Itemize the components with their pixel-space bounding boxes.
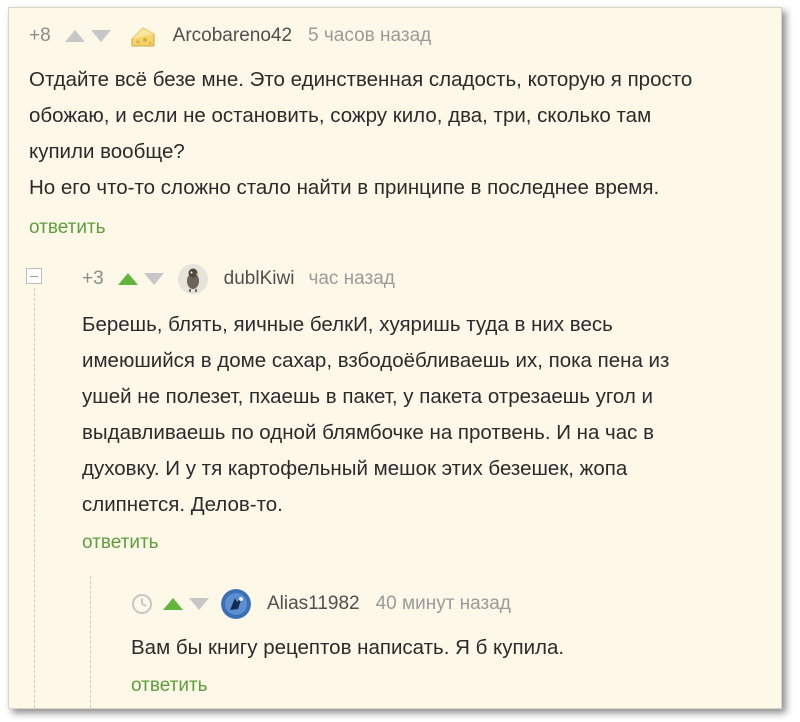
comment-line: обожаю, и если не остановить, сожру кило… (29, 104, 652, 127)
comment-line: слипнется. Делов-то. (82, 493, 283, 516)
comment-header: +8 Arcobareno42 5 часов назад (29, 22, 431, 50)
bird-avatar-icon[interactable] (177, 264, 208, 294)
collapse-thread-button[interactable] (26, 268, 42, 284)
comment-rating: +8 (29, 25, 51, 46)
comment-author[interactable]: Alias11982 (267, 593, 360, 615)
reply-link[interactable]: ответить (29, 217, 106, 239)
comment-line: ушей не полезет, пхаешь в пакет, у пакет… (82, 385, 653, 408)
comment-line: имеюшийся в доме сахар, взбодоёбливаешь … (82, 349, 670, 372)
upvote-icon[interactable] (163, 598, 183, 610)
comment-line: духовку. И у тя картофельный мешок этих … (82, 457, 628, 480)
comment-line: Но его что-то сложно стало найти в принц… (29, 176, 660, 199)
comments-panel: +8 Arcobareno42 5 часов назад Отдайте вс… (8, 7, 782, 709)
downvote-icon[interactable] (189, 598, 209, 610)
comment-author[interactable]: dublKiwi (224, 268, 295, 290)
comment-line: выдавливаешь по одной блямбочке на протв… (82, 421, 654, 444)
downvote-icon[interactable] (143, 273, 164, 285)
comment-text: Берешь, блять, яичные белкИ, хуяришь туд… (82, 307, 772, 523)
comment-header: +3 dublKiwi час назад (82, 264, 395, 294)
reply-link[interactable]: ответить (82, 532, 159, 554)
comment-header: Alias11982 40 минут назад (131, 589, 511, 619)
comment-time[interactable]: 5 часов назад (308, 25, 431, 47)
thread-line[interactable] (90, 576, 91, 708)
comment-text: Вам бы книгу рецептов написать. Я б купи… (131, 630, 771, 666)
blue-figure-avatar-icon[interactable] (221, 589, 251, 619)
comment-author[interactable]: Arcobareno42 (173, 25, 292, 47)
comment-time[interactable]: 40 минут назад (376, 593, 511, 615)
comment-rating: +3 (82, 268, 104, 289)
comment-line: купили вообще? (29, 140, 185, 163)
reply-link[interactable]: ответить (131, 675, 208, 697)
comment-line: Отдайте всё безе мне. Это единственная с… (29, 68, 693, 91)
downvote-icon[interactable] (90, 30, 111, 42)
comment-line: Берешь, блять, яичные белкИ, хуяришь туд… (82, 313, 613, 336)
thread-line[interactable] (34, 288, 35, 708)
upvote-icon[interactable] (117, 273, 138, 285)
upvote-icon[interactable] (64, 30, 85, 42)
comment-text: Отдайте всё безе мне. Это единственная с… (29, 62, 774, 206)
comment-time[interactable]: час назад (308, 268, 394, 290)
clock-icon (131, 593, 153, 615)
comment-line: Вам бы книгу рецептов написать. Я б купи… (131, 636, 565, 659)
cheese-avatar-icon[interactable] (129, 22, 157, 50)
